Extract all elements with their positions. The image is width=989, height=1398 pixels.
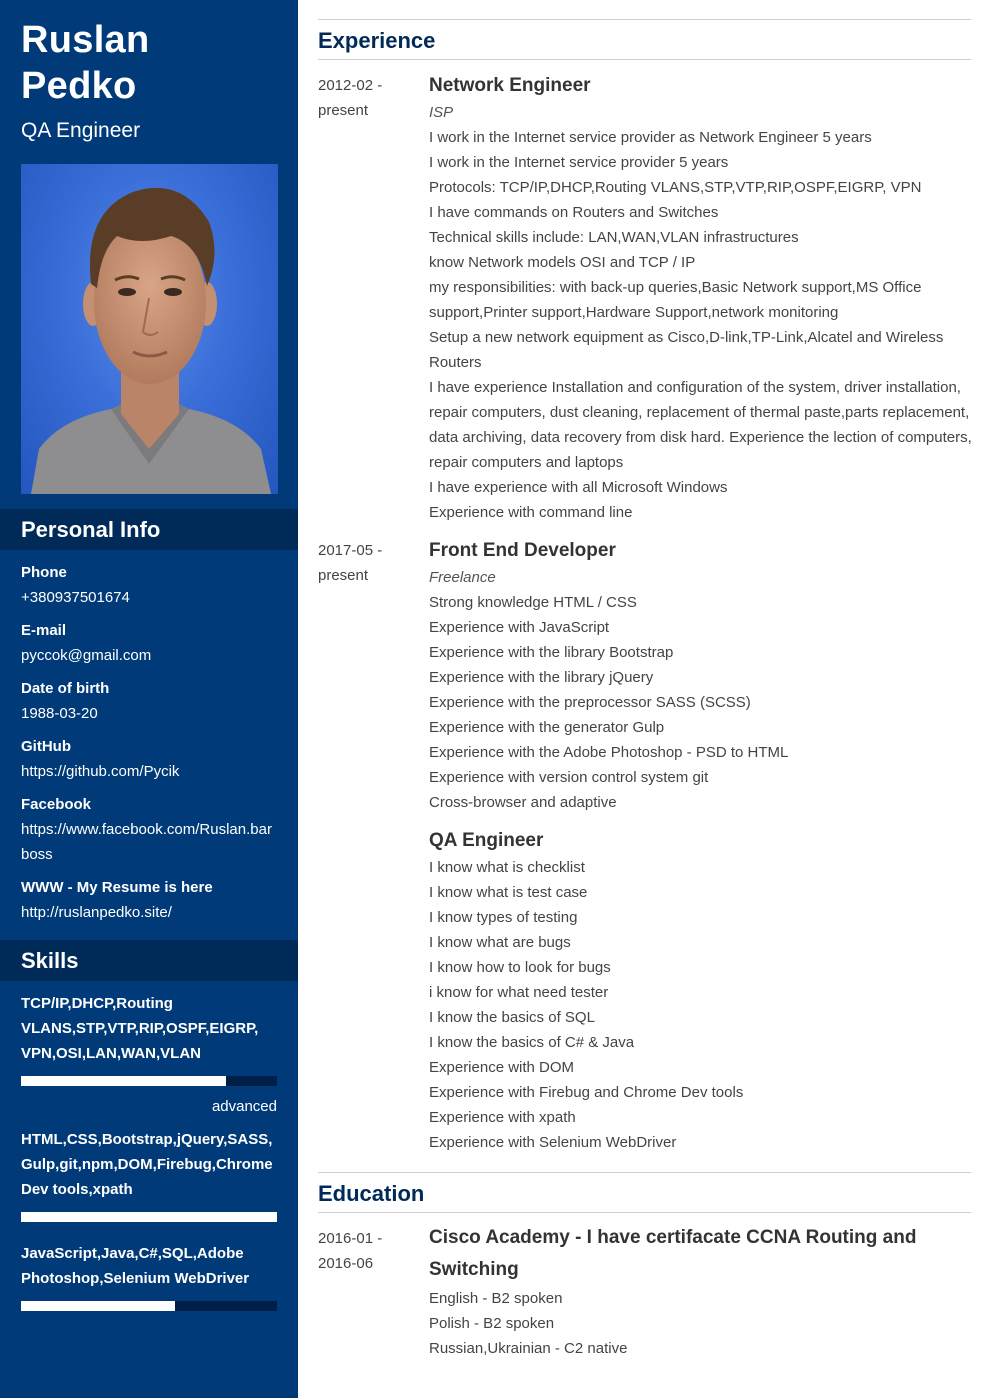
skill-name: HTML,CSS,Bootstrap,jQuery,SASS, Gulp,git…	[21, 1131, 273, 1198]
company-name: Freelance	[429, 569, 496, 586]
divider	[318, 19, 971, 20]
facebook-link[interactable]: https://www.facebook.com/Ruslan.barboss	[21, 817, 277, 867]
profile-title: QA Engineer	[21, 119, 141, 142]
list-item: Experience with version control system g…	[429, 769, 709, 786]
skill-bar	[21, 1301, 277, 1311]
list-item: Setup a new network equipment as Cisco,D…	[429, 329, 944, 371]
job-title: QA Engineer	[429, 830, 544, 851]
divider	[318, 1172, 971, 1173]
sidebar: Ruslan Pedko QA Engineer Personal Info P…	[0, 0, 298, 1398]
education-heading: Education	[318, 1181, 425, 1206]
list-item: Experience with DOM	[429, 1059, 575, 1076]
date-start: 2017-05 -	[318, 542, 383, 559]
first-name: Ruslan	[21, 19, 150, 61]
education-title: Cisco Academy - I have certifacate CCNA …	[429, 1227, 917, 1280]
portrait-photo	[21, 164, 278, 494]
personal-info-heading: Personal Info	[0, 509, 298, 550]
skill-level-label: advanced	[211, 1098, 277, 1115]
list-item: know Network models OSI and TCP / IP	[429, 254, 696, 271]
list-item: Strong knowledge HTML / CSS	[429, 594, 637, 611]
list-item: my responsibilities: with back-up querie…	[429, 279, 922, 321]
date-start: 2016-01 -	[318, 1230, 383, 1247]
experience-entry: Front End Developer Freelance Strong kno…	[429, 536, 974, 815]
list-item: I know how to look for bugs	[429, 959, 611, 976]
list-item: English - B2 spoken	[429, 1290, 563, 1307]
birthdate-label: Date of birth	[21, 680, 110, 697]
list-item: I know the basics of C# & Java	[429, 1034, 635, 1051]
main-content: Experience 2012-02 - present Network Eng…	[318, 0, 974, 1398]
skill-bar	[21, 1076, 277, 1086]
skill-bar-fill	[21, 1212, 277, 1222]
list-item: I know what are bugs	[429, 934, 571, 951]
list-item: i know for what need tester	[429, 984, 609, 1001]
experience-heading: Experience	[318, 28, 436, 53]
list-item: Cross-browser and adaptive	[429, 794, 617, 811]
company-name: ISP	[429, 104, 454, 121]
list-item: Technical skills include: LAN,WAN,VLAN i…	[429, 229, 799, 246]
list-item: Experience with the Adobe Photoshop - PS…	[429, 744, 789, 761]
list-item: Experience with the preprocessor SASS (S…	[429, 694, 751, 711]
list-item: Experience with the library jQuery	[429, 669, 654, 686]
education-date: 2016-01 - 2016-06	[318, 1226, 418, 1276]
list-item: Experience with Selenium WebDriver	[429, 1134, 677, 1151]
list-item: I know what is checklist	[429, 859, 585, 876]
date-start: 2012-02 -	[318, 77, 383, 94]
experience-date: 2017-05 - present	[318, 538, 418, 588]
skill-bar-fill	[21, 1076, 226, 1086]
list-item: I know what is test case	[429, 884, 588, 901]
experience-date: 2012-02 - present	[318, 73, 418, 123]
list-item: Experience with command line	[429, 504, 633, 521]
date-end: 2016-06	[318, 1255, 374, 1272]
list-item: I work in the Internet service provider …	[429, 129, 872, 146]
list-item: Polish - B2 spoken	[429, 1315, 555, 1332]
list-item: Experience with Firebug and Chrome Dev t…	[429, 1084, 744, 1101]
skill-name: JavaScript,Java,C#,SQL,Adobe Photoshop,S…	[21, 1245, 250, 1287]
experience-entry: Network Engineer ISP I work in the Inter…	[429, 71, 974, 525]
divider	[318, 1212, 971, 1213]
email-value: pyccok@gmail.com	[21, 647, 152, 664]
website-link[interactable]: http://ruslanpedko.site/	[21, 900, 281, 925]
skills-heading: Skills	[0, 940, 298, 981]
phone-value: +380937501674	[21, 589, 130, 606]
skill-name: TCP/IP,DHCP,Routing VLANS,STP,VTP,RIP,OS…	[21, 995, 259, 1062]
experience-entry: QA Engineer I know what is checklist I k…	[429, 826, 974, 1155]
profile-name: Ruslan Pedko	[21, 17, 281, 109]
education-entry: Cisco Academy - I have certifacate CCNA …	[429, 1222, 974, 1361]
list-item: I have experience Installation and confi…	[429, 379, 972, 471]
facebook-label: Facebook	[21, 796, 92, 813]
job-title: Front End Developer	[429, 540, 616, 561]
website-label: WWW - My Resume is here	[21, 879, 213, 896]
list-item: I have experience with all Microsoft Win…	[429, 479, 728, 496]
list-item: I know the basics of SQL	[429, 1009, 595, 1026]
list-item: Experience with xpath	[429, 1109, 576, 1126]
last-name: Pedko	[21, 65, 137, 107]
phone-label: Phone	[21, 564, 67, 581]
list-item: Experience with JavaScript	[429, 619, 610, 636]
list-item: I have commands on Routers and Switches	[429, 204, 719, 221]
list-item: Protocols: TCP/IP,DHCP,Routing VLANS,STP…	[429, 179, 922, 196]
divider	[318, 59, 971, 60]
list-item: I work in the Internet service provider …	[429, 154, 729, 171]
skill-bar	[21, 1212, 277, 1222]
list-item: Russian,Ukrainian - C2 native	[429, 1340, 628, 1357]
github-label: GitHub	[21, 738, 71, 755]
list-item: Experience with the library Bootstrap	[429, 644, 674, 661]
portrait-illustration	[31, 187, 271, 494]
list-item: Experience with the generator Gulp	[429, 719, 665, 736]
birthdate-value: 1988-03-20	[21, 705, 98, 722]
github-link[interactable]: https://github.com/Pycik	[21, 759, 281, 784]
job-title: Network Engineer	[429, 75, 591, 96]
email-label: E-mail	[21, 622, 67, 639]
date-end: present	[318, 102, 369, 119]
skill-bar-fill	[21, 1301, 175, 1311]
date-end: present	[318, 567, 369, 584]
list-item: I know types of testing	[429, 909, 578, 926]
